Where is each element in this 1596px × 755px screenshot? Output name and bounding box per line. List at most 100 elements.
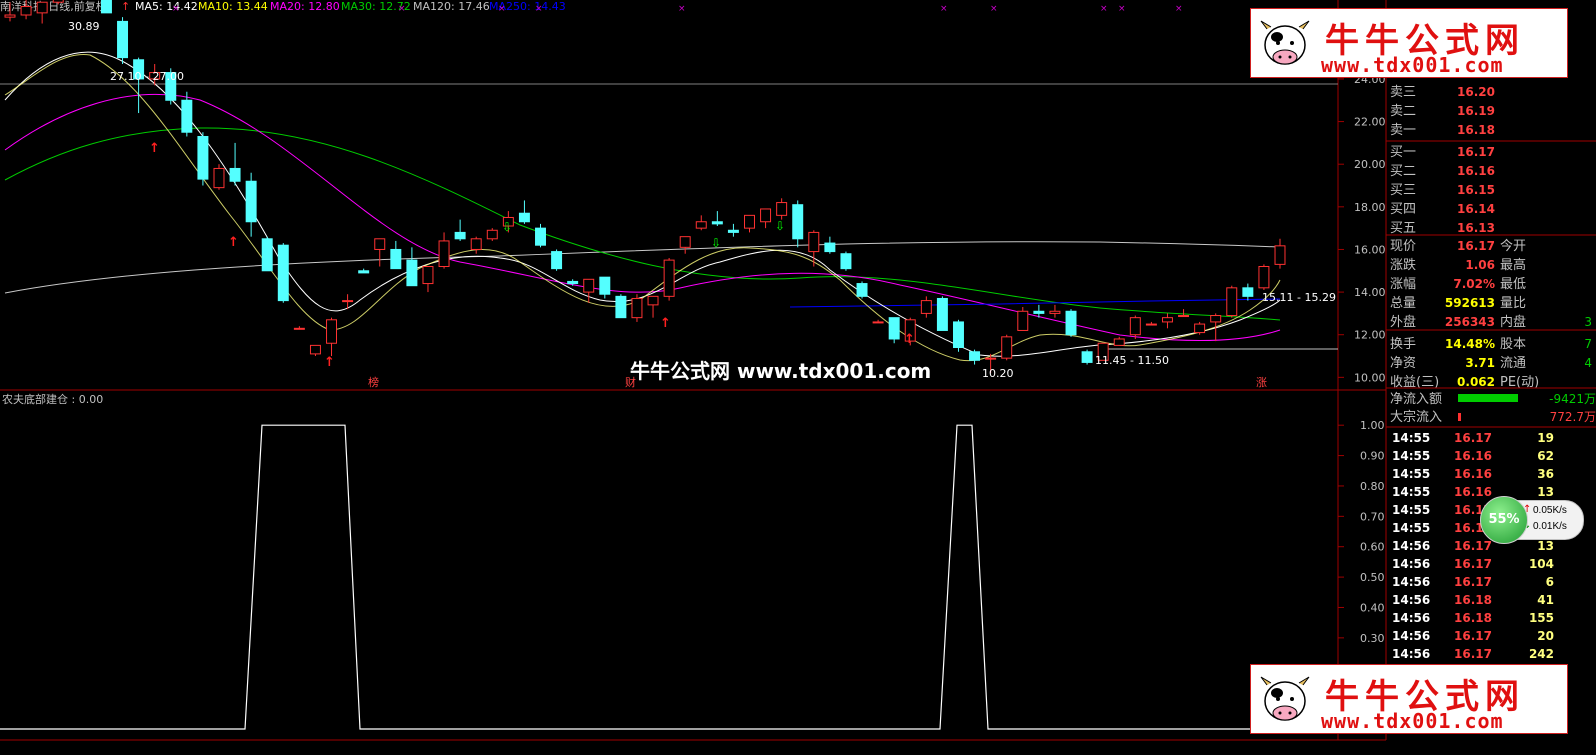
tick-time: 14:55 [1392,503,1430,517]
indicator-tick-label: 0.50 [1360,571,1385,584]
tick-price: 16.17 [1454,647,1492,661]
buy-level-price: 16.15 [1457,183,1495,197]
chart-canvas[interactable]: 南洋科技(日线,前复权) ↑ MA5: 14.42 MA10: 13.44 MA… [0,0,1596,755]
info-value: 14.48% [1445,337,1495,351]
candle [840,251,852,271]
tick-time: 14:56 [1392,647,1430,661]
candle-down-body [117,20,129,59]
info-value: 256343 [1445,315,1495,329]
sell-level-label: 卖一 [1390,123,1416,138]
candle [438,232,450,269]
buy-level-price: 16.16 [1457,164,1495,178]
sell-level-price: 16.19 [1457,104,1495,118]
candle [309,344,321,357]
tick-row: 14:56 16.17 20 [1392,629,1554,643]
svg-text:×: × [678,4,686,14]
price-tick-label: 16.00 [1354,243,1386,256]
buy-arrow-icon: ↑ [324,355,335,370]
info-label: 换手 [1390,337,1416,352]
candle-up-body [486,229,498,240]
candle [792,200,804,248]
candle [1226,285,1238,318]
candle [1017,307,1029,331]
event-marker[interactable]: 榜 [368,375,379,389]
tick-time: 14:56 [1392,557,1430,571]
candle [1001,334,1013,361]
logo-banner-top: 牛牛公式网 www.tdx001.com [1250,8,1568,78]
candle-down-body [711,221,723,225]
tick-row: 14:56 16.18 155 [1392,611,1554,625]
indicator-tick-label: 0.60 [1360,541,1385,554]
network-speed-widget[interactable]: ↑ 0.05K/s ↓ 0.01K/s 55% [1480,496,1596,544]
block-flow-label: 大宗流入 [1390,409,1442,425]
svg-text:×: × [1100,4,1108,14]
candle-up-body [1129,317,1141,336]
sell-level-price: 16.18 [1457,123,1495,137]
ma250-line [789,298,1281,308]
buy-arrow-icon: ↑ [660,316,671,331]
info-value: 0.062 [1457,375,1495,389]
price-tick-label: 22.00 [1354,116,1386,129]
candle-down-body [1033,310,1045,314]
candle-down-body [197,135,209,180]
svg-text:×: × [498,4,506,14]
tick-volume: 41 [1537,593,1554,607]
svg-text:×: × [172,4,180,14]
usage-percent-badge[interactable]: 55% [1480,496,1528,544]
candle [952,319,964,352]
candle-up-body [326,319,338,344]
tick-time: 14:56 [1392,539,1430,553]
event-marker[interactable]: 涨 [1256,376,1267,389]
candle-up-body [1210,315,1222,323]
indicator-tick-label: 0.80 [1360,480,1385,493]
candle-down-body [261,238,273,272]
candle [245,172,257,237]
candle-up-body [1113,338,1125,346]
candle [969,349,981,365]
candle-up-body [872,321,884,324]
netflow-bar [1458,394,1518,402]
candle [679,236,691,254]
candle-down-body [888,317,900,340]
candle [261,236,273,272]
candle-up-body [20,5,32,16]
ma10-label: MA10: 13.44 [198,0,268,13]
block-flow-bar [1458,413,1461,421]
tick-row: 14:56 16.17 104 [1392,557,1554,571]
netflow-value: -9421万 [1549,392,1596,406]
candle [1274,238,1286,269]
info-label: 今开 [1500,238,1526,254]
tick-time: 14:56 [1392,593,1430,607]
tick-volume: 20 [1537,629,1554,643]
candle [358,268,370,274]
tick-price: 16.16 [1454,449,1492,463]
candle-down-body [406,259,418,287]
candle-up-body [808,231,820,253]
range-label: 27.10 - 27.00 [110,70,184,83]
candle-up-body [1226,287,1238,317]
tick-time: 14:55 [1392,485,1430,499]
info-label: 涨幅 [1390,277,1416,292]
tick-row: 14:56 16.17 242 [1392,647,1554,661]
svg-text:×: × [398,4,406,14]
candle [583,278,595,303]
candle-down-body [792,204,804,240]
candle [293,326,305,330]
tick-price: 16.17 [1454,431,1492,445]
candle [631,294,643,322]
buy-level-price: 16.14 [1457,202,1495,216]
up-arrow-icon: ↑ [121,0,130,13]
info-label: 内盘 [1500,314,1526,330]
candle-down-body [390,248,402,270]
indicator-tick-label: 0.30 [1360,632,1385,645]
sell-level-label: 卖三 [1390,85,1416,100]
candle-down-body [358,270,370,274]
candle-up-body [744,214,755,229]
candle-down-body [936,297,948,331]
low-price-label: 10.20 [982,367,1014,380]
candle [1065,309,1077,337]
candle-up-body [438,240,450,268]
buy-level-label: 买四 [1390,202,1416,217]
tick-volume: 36 [1537,467,1554,481]
indicator-line [0,424,1250,730]
